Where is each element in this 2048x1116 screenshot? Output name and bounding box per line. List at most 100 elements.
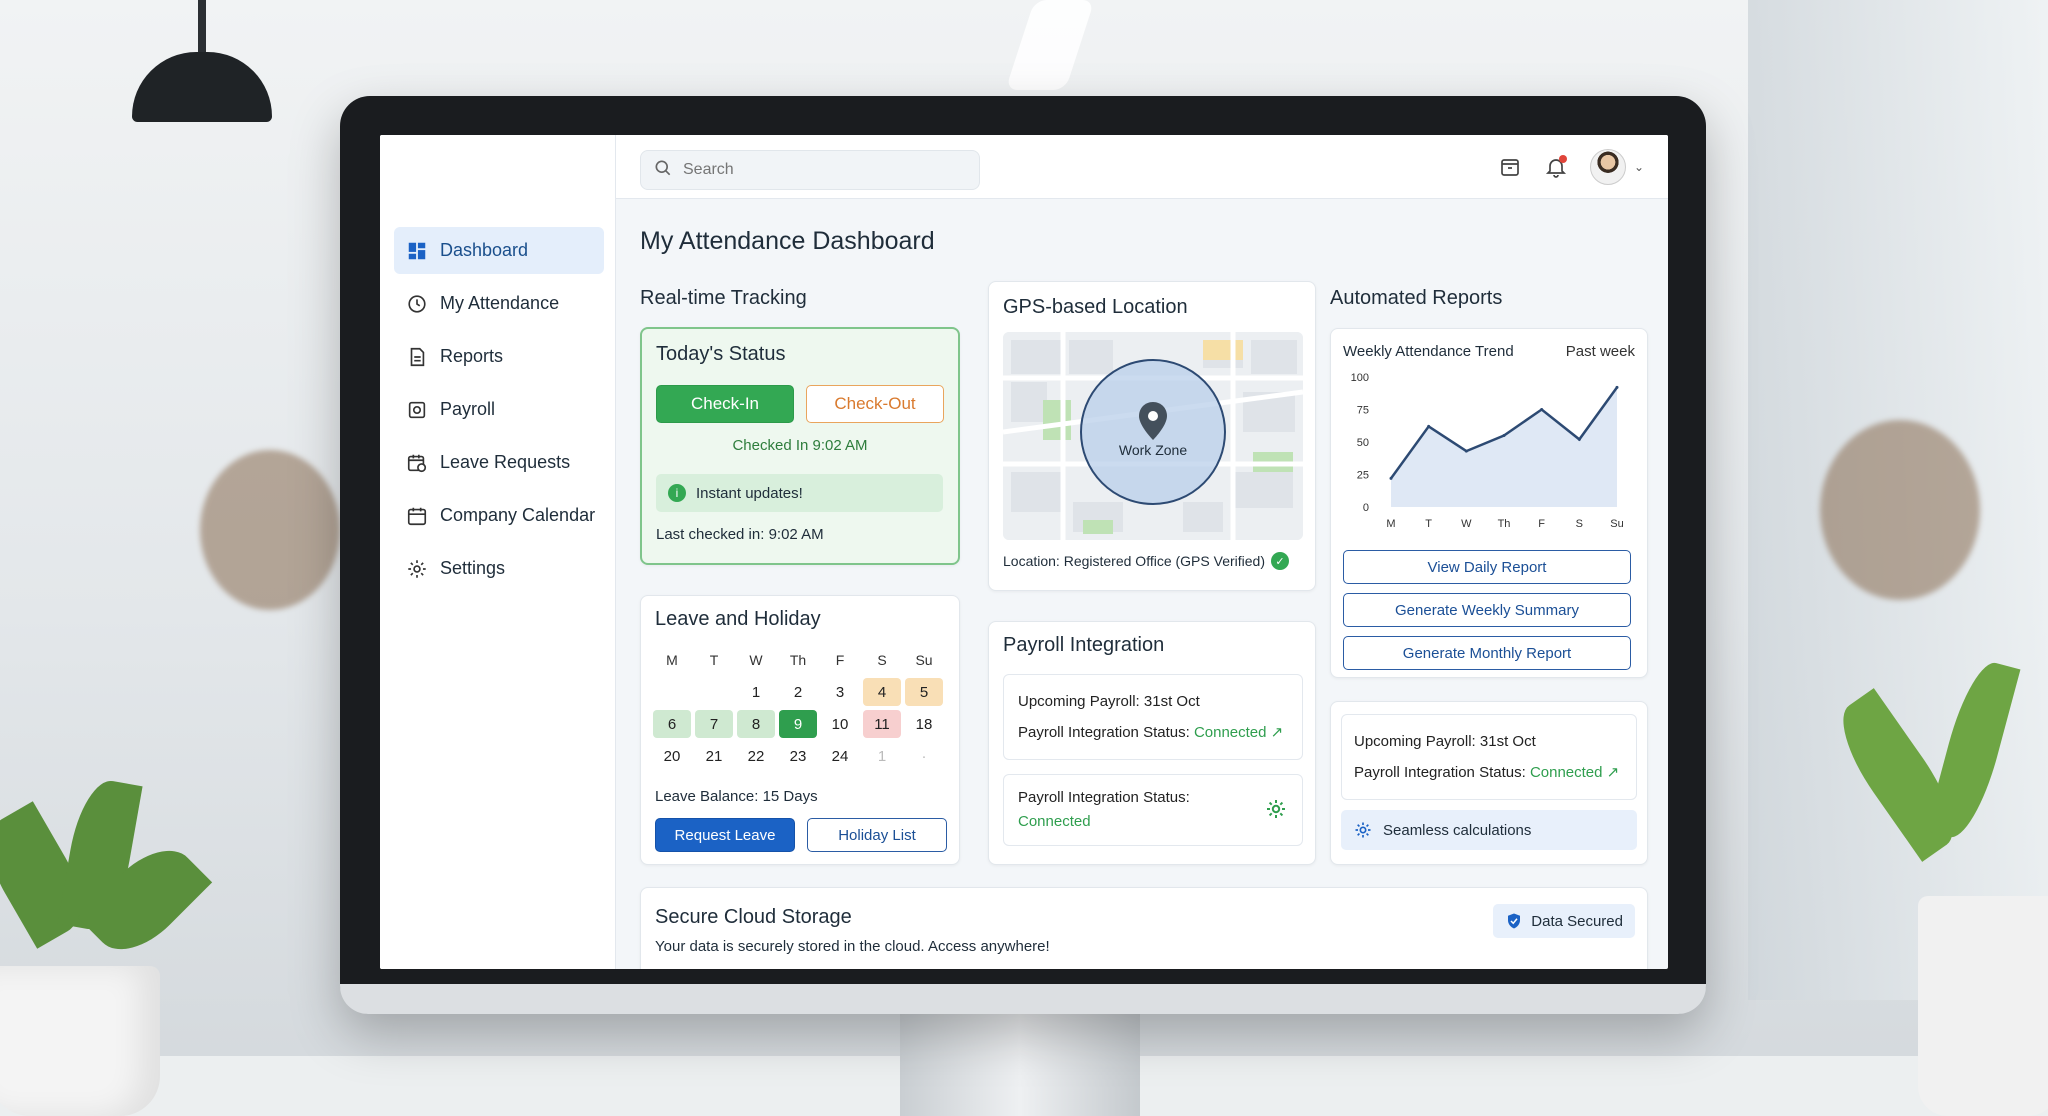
calendar-day[interactable]: 18 [905, 710, 943, 738]
background-person [200, 450, 340, 610]
gps-location-card: GPS-based Location Work Zone Location: R… [988, 281, 1316, 591]
payroll-status-label-2: Payroll Integration Status: [1018, 789, 1190, 806]
calendar-day [653, 678, 691, 706]
view-daily-report-button[interactable]: View Daily Report [1343, 550, 1631, 584]
calendar-day[interactable]: 10 [821, 710, 859, 738]
sidebar-item-settings[interactable]: Settings [394, 545, 604, 592]
sidebar-item-label: Reports [440, 346, 504, 366]
payroll-status-label: Payroll Integration Status: [1018, 724, 1190, 741]
calendar-clock-icon [406, 452, 428, 474]
trend-point [1615, 385, 1619, 389]
sidebar-item-company-calendar[interactable]: Company Calendar [394, 492, 604, 539]
generate-monthly-report-button[interactable]: Generate Monthly Report [1343, 636, 1631, 670]
calendar-day[interactable]: 9 [779, 710, 817, 738]
storage-title: Secure Cloud Storage [655, 906, 852, 928]
location-map[interactable]: Work Zone [1003, 332, 1303, 540]
payroll-integration-card: Payroll Integration Upcoming Payroll: 31… [988, 621, 1316, 865]
weekday-header: M [666, 652, 678, 668]
sidebar-item-leave-requests[interactable]: Leave Requests [394, 439, 604, 486]
calendar-day[interactable]: 4 [863, 678, 901, 706]
calendar-day[interactable]: 2 [779, 678, 817, 706]
gear-icon [406, 558, 428, 580]
todays-status-title: Today's Status [656, 343, 786, 365]
sidebar-item-label: Company Calendar [440, 505, 596, 525]
calendar-day[interactable]: 7 [695, 710, 733, 738]
weekly-attendance-chart: 0 25 50 75 100 M T W Th F S Su [1351, 372, 1624, 530]
request-leave-button[interactable]: Request Leave [655, 818, 795, 852]
trend-area [1391, 387, 1617, 507]
sidebar-item-payroll[interactable]: Payroll [394, 386, 604, 433]
calendar-day: · [921, 747, 927, 765]
calendar-day [695, 678, 733, 706]
sidebar-item-my-attendance[interactable]: My Attendance [394, 280, 604, 327]
trend-point [1464, 449, 1468, 453]
dashboard-icon [406, 240, 428, 262]
avatar[interactable] [1589, 149, 1626, 185]
external-link-icon[interactable]: ↗ [1271, 724, 1284, 741]
search-box[interactable] [640, 150, 980, 190]
sidebar-nav: Dashboard My Attendance Reports Payroll … [394, 227, 604, 598]
payroll-status-value[interactable]: Connected [1194, 724, 1267, 741]
notification-bell-icon[interactable] [1544, 155, 1568, 179]
instant-updates-banner: i Instant updates! [656, 474, 943, 512]
calendar-day[interactable]: 6 [653, 710, 691, 738]
checked-in-status: Checked In 9:02 AM [732, 437, 868, 454]
y-tick-label: 100 [1351, 372, 1369, 384]
trend-point [1427, 424, 1431, 428]
upcoming-payroll-text: Upcoming Payroll: 31st Oct [1018, 693, 1200, 710]
last-checked-text: Last checked in: 9:02 AM [656, 526, 824, 543]
archive-icon[interactable] [1498, 155, 1522, 179]
check-in-button[interactable]: Check-In [656, 385, 794, 423]
check-out-button[interactable]: Check-Out [806, 385, 944, 423]
sidebar: Dashboard My Attendance Reports Payroll … [380, 135, 616, 969]
calendar-day[interactable]: 3 [821, 678, 859, 706]
info-icon: i [668, 484, 686, 502]
x-tick-label: Th [1498, 518, 1511, 530]
holiday-list-button[interactable]: Holiday List [807, 818, 947, 852]
calendar-day[interactable]: 1 [863, 742, 901, 770]
calendar-day[interactable]: 20 [653, 742, 691, 770]
payroll-status-label-3: Payroll Integration Status: [1354, 764, 1526, 781]
chevron-down-icon[interactable]: ⌄ [1634, 160, 1644, 174]
x-tick-label: W [1461, 518, 1472, 530]
payroll-status-value-3[interactable]: Connected [1530, 764, 1603, 781]
ceiling-light [1005, 0, 1095, 90]
calendar-day[interactable]: 5 [905, 678, 943, 706]
trend-point [1502, 434, 1506, 437]
storage-description: Your data is securely stored in the clou… [655, 938, 1050, 955]
work-zone-label: Work Zone [1118, 442, 1188, 458]
calendar-day[interactable]: 21 [695, 742, 733, 770]
sidebar-item-dashboard[interactable]: Dashboard [394, 227, 604, 274]
external-link-icon[interactable]: ↗ [1607, 764, 1620, 781]
sidebar-item-reports[interactable]: Reports [394, 333, 604, 380]
trend-period[interactable]: Past week [1566, 343, 1635, 360]
plant-right [1824, 656, 2048, 1116]
payroll-status-value-2: Connected [1018, 813, 1091, 830]
payroll-icon [406, 399, 428, 421]
leave-holiday-title: Leave and Holiday [655, 608, 821, 630]
calendar-day[interactable]: 8 [737, 710, 775, 738]
calendar-icon [406, 505, 428, 527]
calendar-day[interactable]: 24 [821, 742, 859, 770]
calendar-day[interactable]: 11 [863, 710, 901, 738]
plant-left [0, 770, 213, 1116]
app-screen: Dashboard My Attendance Reports Payroll … [380, 135, 1668, 969]
weekday-header: T [709, 652, 719, 668]
search-input[interactable] [683, 161, 973, 179]
weekday-header: Th [789, 652, 807, 668]
reports-section-title: Automated Reports [1330, 287, 1503, 309]
settings-gear-icon[interactable] [1264, 797, 1288, 826]
trend-title: Weekly Attendance Trend [1343, 343, 1514, 360]
calendar-day[interactable]: 22 [737, 742, 775, 770]
generate-weekly-summary-button[interactable]: Generate Weekly Summary [1343, 593, 1631, 627]
calendar-day[interactable]: 1 [737, 678, 775, 706]
location-text: Location: Registered Office (GPS Verifie… [1003, 553, 1265, 569]
y-tick-label: 75 [1357, 405, 1369, 417]
instant-updates-text: Instant updates! [696, 484, 803, 502]
upcoming-payroll-box-2: Upcoming Payroll: 31st Oct Payroll Integ… [1341, 714, 1637, 800]
background-person [1820, 420, 1980, 600]
calendar-day[interactable]: 23 [779, 742, 817, 770]
x-tick-label: Su [1610, 518, 1623, 530]
tracking-section-title: Real-time Tracking [640, 287, 807, 309]
sidebar-item-label: Dashboard [440, 240, 529, 260]
